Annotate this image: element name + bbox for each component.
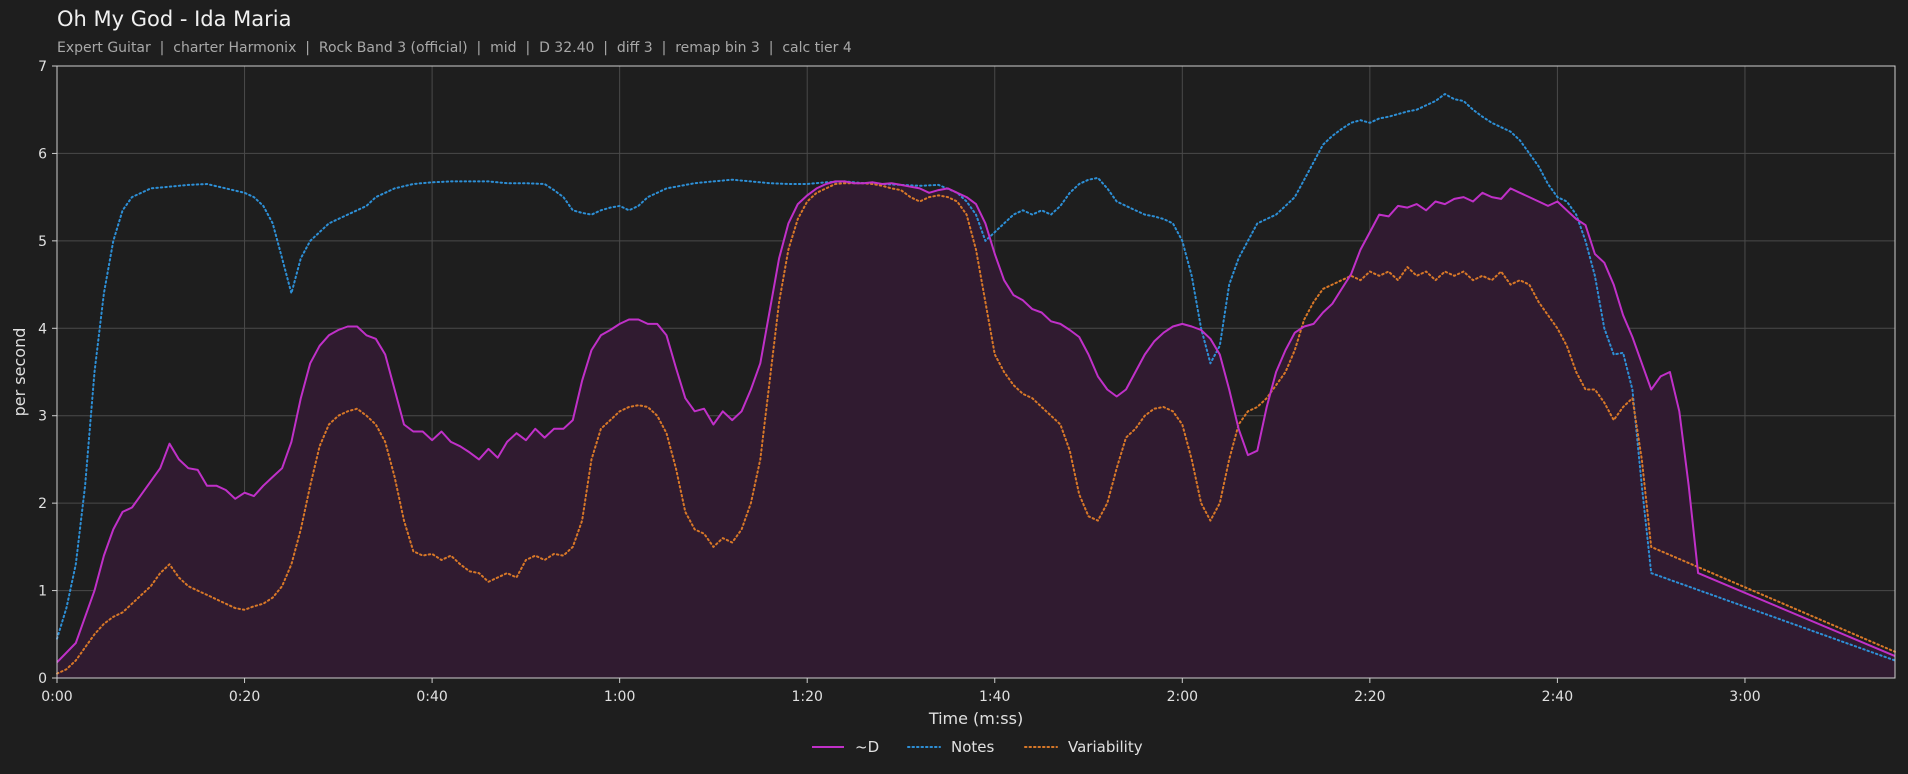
x-tick-label: 1:20: [791, 689, 822, 705]
x-tick-label: 1:40: [979, 689, 1010, 705]
x-tick-label: 0:00: [41, 689, 72, 705]
x-tick-label: 3:00: [1729, 689, 1760, 705]
y-tick-label: 4: [38, 321, 47, 337]
legend-label: Notes: [951, 738, 995, 756]
x-tick-label: 2:20: [1354, 689, 1385, 705]
y-tick-label: 6: [38, 146, 47, 162]
d-area-fill: [57, 181, 1895, 678]
y-tick-label: 2: [38, 496, 47, 512]
x-tick-label: 2:40: [1542, 689, 1573, 705]
y-tick-label: 3: [38, 409, 47, 425]
legend: ~D Notes Variability: [812, 738, 1143, 756]
y-axis-ticks: 0 1 2 3 4 5 6 7: [38, 59, 57, 687]
y-tick-label: 0: [38, 671, 47, 687]
y-tick-label: 5: [38, 234, 47, 250]
x-axis-ticks: 0:00 0:20 0:40 1:00 1:20 1:40 2:00 2:20 2:40 3:00: [41, 678, 1761, 705]
series-area-d: [57, 181, 1895, 678]
y-tick-label: 7: [38, 59, 47, 75]
x-tick-label: 0:40: [416, 689, 447, 705]
y-tick-label: 1: [38, 584, 47, 600]
x-tick-label: 0:20: [229, 689, 260, 705]
x-tick-label: 2:00: [1167, 689, 1198, 705]
legend-label: Variability: [1068, 738, 1143, 756]
x-tick-label: 1:00: [604, 689, 635, 705]
legend-label: ~D: [855, 738, 879, 756]
x-axis-label: Time (m:ss): [928, 709, 1023, 728]
chart-canvas: 0:00 0:20 0:40 1:00 1:20 1:40 2:00 2:20 2:40 3:00…: [10, 59, 1896, 756]
y-axis-label: per second: [10, 328, 29, 417]
